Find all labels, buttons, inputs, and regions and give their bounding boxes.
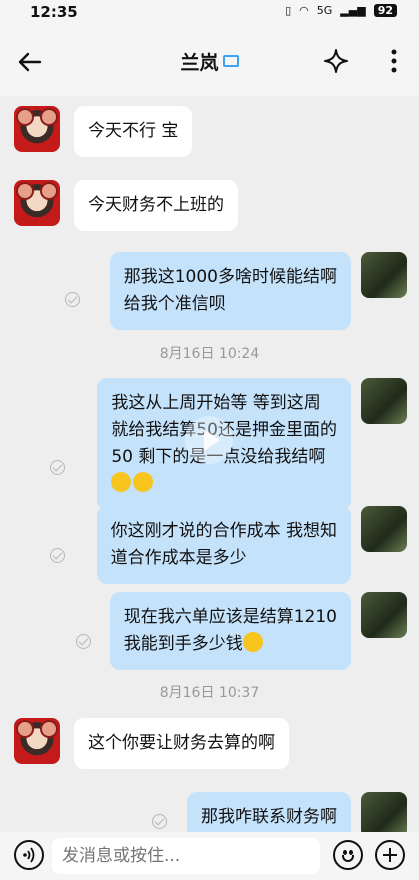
sound-wave-icon (23, 847, 35, 863)
contact-avatar[interactable] (14, 718, 60, 764)
read-check-icon (152, 814, 167, 829)
sparkle-icon[interactable] (323, 48, 349, 74)
outgoing-message[interactable]: 你这刚才说的合作成本 我想知 道合作成本是多少 (96, 506, 351, 584)
plus-button[interactable] (375, 840, 405, 870)
message-line: 那我这1000多啥时候能结啊 (123, 267, 337, 287)
contact-avatar[interactable] (14, 180, 60, 226)
incoming-message[interactable]: 今天不行 宝 (74, 106, 193, 157)
message-line: 我能到手多少钱 (123, 634, 243, 654)
emoji-row (111, 471, 337, 498)
contact-avatar[interactable] (14, 106, 60, 152)
smile-icon (342, 855, 354, 862)
vibrate-icon: ▯ (285, 4, 292, 17)
status-bar: 12:35 ▯ ◠ 5G ▂▄▆ 92 (0, 0, 419, 26)
my-avatar[interactable] (361, 378, 407, 424)
incoming-message[interactable]: 今天财务不上班的 (74, 180, 238, 231)
more-options-icon[interactable] (389, 48, 399, 74)
my-avatar[interactable] (361, 792, 407, 832)
message-line: 道合作成本是多少 (110, 548, 247, 568)
input-bar (0, 832, 419, 880)
message-line: 给我个准信呗 (123, 294, 226, 314)
message-line-with-emoji: 我能到手多少钱 (124, 631, 337, 658)
message-timestamp: 8月16日 10:24 (159, 346, 260, 362)
my-avatar[interactable] (361, 592, 407, 638)
message-line: 你这刚才说的合作成本 我想知 (110, 521, 337, 541)
status-time: 12:35 (30, 3, 78, 21)
message-timestamp: 8月16日 10:37 (159, 685, 260, 701)
message-input[interactable] (52, 838, 320, 874)
my-avatar[interactable] (361, 252, 407, 298)
message-line: 我这从上周开始等 等到这周 (111, 393, 321, 413)
message-line: 今天财务不上班的 (88, 195, 224, 215)
outgoing-message[interactable]: 现在我六单应该是结算1210 我能到手多少钱 (109, 592, 351, 670)
incoming-message[interactable]: 这个你要让财务去算的啊 (74, 718, 289, 769)
message-line: 现在我六单应该是结算1210 (123, 607, 337, 627)
chat-title: 兰岚 (0, 48, 419, 75)
play-icon[interactable] (185, 416, 233, 464)
network-label: 5G (316, 4, 333, 17)
read-check-icon (50, 548, 65, 563)
contact-name: 兰岚 (180, 52, 219, 74)
chat-header: 兰岚 (0, 26, 419, 96)
laughing-tears-emoji-icon (111, 472, 132, 492)
laughing-tears-emoji-icon (133, 472, 154, 492)
outgoing-message[interactable]: 那我这1000多啥时候能结啊 给我个准信呗 (109, 252, 351, 330)
message-line: 今天不行 宝 (88, 121, 179, 141)
voice-input-icon[interactable] (14, 840, 44, 870)
read-check-icon (76, 634, 91, 649)
laughing-tears-emoji-icon (242, 632, 263, 652)
message-list[interactable]: 今天不行 宝 今天财务不上班的 那我这1000多啥时候能结啊 给我个准信呗 8月… (0, 96, 419, 832)
battery-badge: 92 (373, 4, 397, 17)
emoji-button[interactable] (333, 840, 363, 870)
my-avatar[interactable] (361, 506, 407, 552)
status-icons: ▯ ◠ 5G ▂▄▆ 92 (285, 4, 397, 17)
read-check-icon (65, 292, 80, 307)
computer-online-icon (222, 55, 239, 67)
message-line: 那我咋联系财务啊 (201, 807, 337, 827)
outgoing-message[interactable]: 那我咋联系财务啊 (187, 792, 351, 832)
signal-icon: ▂▄▆ (340, 4, 366, 17)
wifi-icon: ◠ (299, 4, 309, 17)
message-line: 这个你要让财务去算的啊 (88, 733, 275, 753)
read-check-icon (50, 460, 65, 475)
